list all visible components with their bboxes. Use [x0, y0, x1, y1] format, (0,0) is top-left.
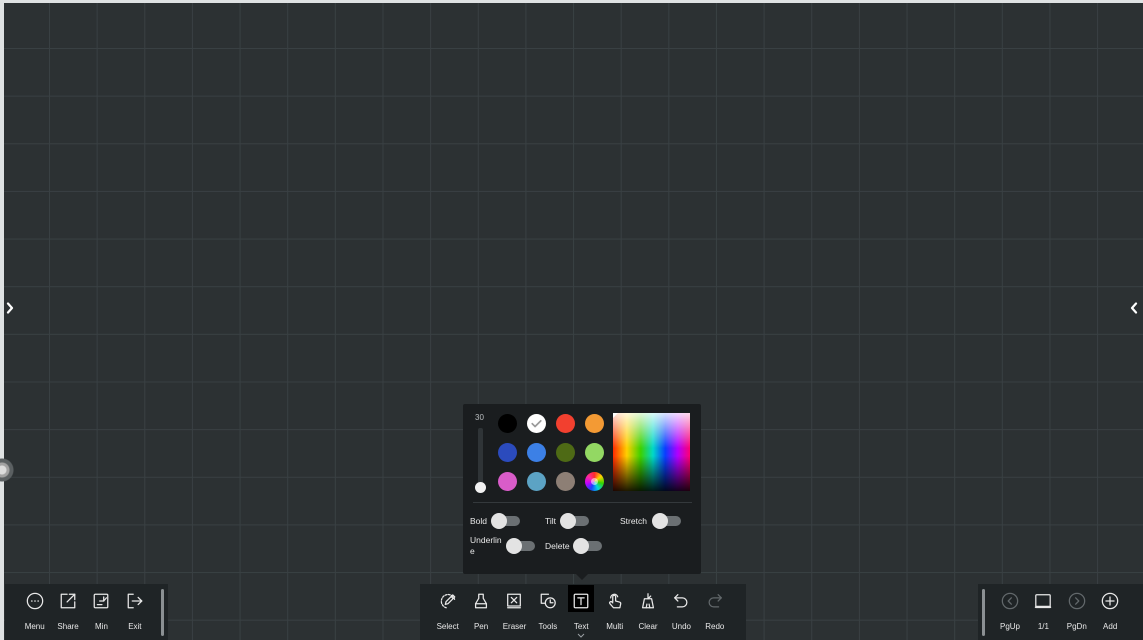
select-tool-button[interactable]: Select	[431, 584, 464, 640]
undo-button[interactable]: Undo	[665, 584, 698, 640]
color-swatch[interactable]	[584, 413, 604, 433]
share-icon	[59, 592, 77, 610]
page-overview-button[interactable]: 1/1	[1027, 584, 1060, 640]
exit-icon	[126, 592, 144, 610]
panel-divider	[473, 502, 692, 503]
pen-icon	[472, 592, 490, 610]
page-icon	[1034, 592, 1052, 610]
color-swatch[interactable]	[527, 413, 547, 433]
exit-button[interactable]: Exit	[118, 584, 151, 640]
toolbar-divider	[161, 589, 164, 636]
menu-icon	[26, 592, 44, 610]
color-swatch[interactable]	[584, 442, 604, 462]
color-swatch[interactable]	[527, 471, 547, 491]
multi-touch-icon	[606, 592, 624, 610]
font-size-slider[interactable]	[478, 428, 483, 486]
toggle-knob	[652, 513, 668, 529]
exit-label: Exit	[128, 622, 142, 631]
minimize-button[interactable]: Min	[85, 584, 118, 640]
chevron-right-icon	[6, 302, 14, 314]
chevron-left-icon	[1130, 302, 1138, 314]
shapes-icon	[539, 592, 557, 610]
panel-pointer	[576, 574, 588, 580]
menu-button[interactable]: Menu	[18, 584, 51, 640]
color-swatch[interactable]	[498, 442, 518, 462]
tools-toolbar: Select Pen Eraser Tools Text Multi Clear…	[420, 584, 746, 640]
share-button[interactable]: Share	[51, 584, 84, 640]
left-toolbar: Menu Share Min Exit	[5, 584, 168, 640]
color-swatch[interactable]	[498, 413, 518, 433]
chevron-down-icon	[577, 633, 585, 638]
font-size-value: 30	[475, 413, 484, 422]
right-panel-tab[interactable]	[1130, 302, 1138, 314]
color-swatch[interactable]	[498, 471, 518, 491]
text-tool-button[interactable]: Text	[565, 584, 598, 640]
font-size-slider-knob[interactable]	[475, 481, 486, 493]
bold-toggle[interactable]	[491, 513, 520, 529]
delete-toggle[interactable]	[573, 538, 602, 554]
page-down-icon	[1068, 592, 1086, 610]
tilt-label: Tilt	[545, 515, 557, 526]
check-icon	[527, 414, 546, 433]
color-wheel-icon[interactable]	[584, 471, 604, 491]
add-page-button[interactable]: Add	[1093, 584, 1126, 640]
redo-icon	[706, 592, 724, 610]
redo-button[interactable]: Redo	[698, 584, 731, 640]
underline-label: Underline	[470, 535, 502, 556]
color-swatch[interactable]	[555, 413, 575, 433]
toggle-knob	[491, 513, 507, 529]
color-swatch[interactable]	[555, 471, 575, 491]
page-down-button[interactable]: PgDn	[1060, 584, 1093, 640]
shapes-tool-button[interactable]: Tools	[531, 584, 564, 640]
floating-handle-icon[interactable]	[0, 457, 16, 483]
select-icon	[439, 592, 457, 610]
page-up-button[interactable]: PgUp	[993, 584, 1026, 640]
stretch-toggle[interactable]	[652, 513, 681, 529]
bold-label: Bold	[470, 515, 488, 526]
picker-marker	[613, 413, 618, 418]
toggle-knob	[560, 513, 576, 529]
page-up-icon	[1001, 592, 1019, 610]
text-icon	[572, 592, 590, 610]
delete-label: Delete	[545, 540, 570, 551]
multi-touch-button[interactable]: Multi	[598, 584, 631, 640]
clear-button[interactable]: Clear	[631, 584, 664, 640]
text-settings-panel: 30 Bold Tilt Stretch Underline Delete	[463, 404, 701, 574]
toolbar-divider	[982, 589, 985, 636]
undo-icon	[672, 592, 690, 610]
clear-icon	[639, 592, 657, 610]
color-swatches	[494, 409, 609, 496]
minimize-icon	[92, 592, 110, 610]
stretch-label: Stretch	[620, 515, 647, 526]
toggle-knob	[506, 538, 522, 554]
left-panel-tab[interactable]	[6, 302, 14, 314]
redo-label: Redo	[705, 622, 725, 631]
add-page-icon	[1101, 592, 1119, 610]
underline-toggle[interactable]	[506, 538, 535, 554]
eraser-tool-button[interactable]: Eraser	[498, 584, 531, 640]
toggle-knob	[573, 538, 589, 554]
color-swatch[interactable]	[555, 442, 575, 462]
tilt-toggle[interactable]	[560, 513, 589, 529]
add-label: Add	[1103, 622, 1118, 631]
eraser-icon	[505, 592, 523, 610]
color-spectrum-picker[interactable]	[613, 413, 690, 491]
pen-tool-button[interactable]: Pen	[464, 584, 497, 640]
page-toolbar: PgUp 1/1 PgDn Add	[978, 584, 1143, 640]
color-swatch[interactable]	[527, 442, 547, 462]
